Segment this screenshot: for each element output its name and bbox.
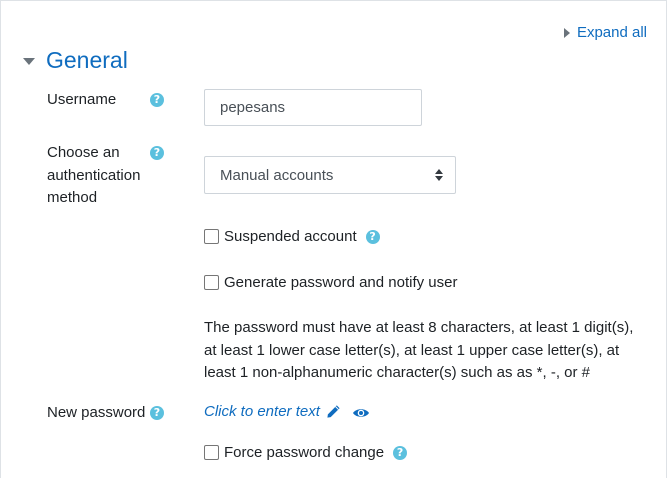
generate-password-row: Generate password and notify user: [204, 274, 457, 291]
section-title: General: [46, 47, 128, 73]
force-change-checkbox[interactable]: [204, 445, 219, 460]
help-icon[interactable]: ?: [393, 445, 408, 460]
auth-method-label-line: Choose an: [47, 144, 120, 161]
policy-line: The password must have at least 8 charac…: [204, 319, 634, 336]
click-to-enter-link[interactable]: Click to enter text: [204, 403, 320, 420]
auth-method-label: Choose an authentication method: [47, 142, 140, 210]
generate-password-label[interactable]: Generate password and notify user: [224, 274, 457, 291]
username-label: Username: [47, 91, 117, 108]
caret-right-icon: [563, 27, 570, 38]
policy-line: least 1 non-alphanumeric character(s) su…: [204, 364, 591, 382]
help-icon[interactable]: ?: [150, 93, 164, 107]
force-change-row: Force password change ?: [204, 444, 408, 461]
auth-method-label-line: method: [47, 189, 98, 206]
auth-method-selected-value: Manual accounts: [220, 166, 334, 184]
help-icon[interactable]: ?: [150, 406, 164, 420]
caret-down-icon: [23, 58, 35, 65]
eye-icon[interactable]: [352, 407, 370, 419]
pencil-icon[interactable]: [326, 404, 341, 419]
section-toggle-general[interactable]: General: [23, 47, 128, 74]
auth-method-select[interactable]: Manual accounts: [204, 156, 456, 194]
policy-line: at least 1 lower case letter(s), at leas…: [204, 341, 620, 359]
generate-password-checkbox[interactable]: [204, 275, 219, 290]
suspended-row: Suspended account ?: [204, 228, 380, 245]
force-change-label[interactable]: Force password change: [224, 444, 384, 461]
new-password-label: New password: [47, 404, 146, 421]
expand-all-label: Expand all: [576, 24, 647, 41]
help-icon[interactable]: ?: [150, 146, 164, 160]
password-policy-text: The password must have at least 8 charac…: [204, 317, 644, 385]
suspended-label[interactable]: Suspended account: [224, 228, 357, 245]
select-arrows-icon: [435, 169, 443, 181]
suspended-checkbox[interactable]: [204, 229, 219, 244]
auth-method-label-line: authentication: [47, 166, 141, 184]
new-password-editable[interactable]: Click to enter text: [204, 403, 341, 420]
expand-all-link[interactable]: Expand all: [563, 24, 647, 41]
username-input[interactable]: [204, 89, 422, 126]
help-icon[interactable]: ?: [365, 229, 380, 244]
